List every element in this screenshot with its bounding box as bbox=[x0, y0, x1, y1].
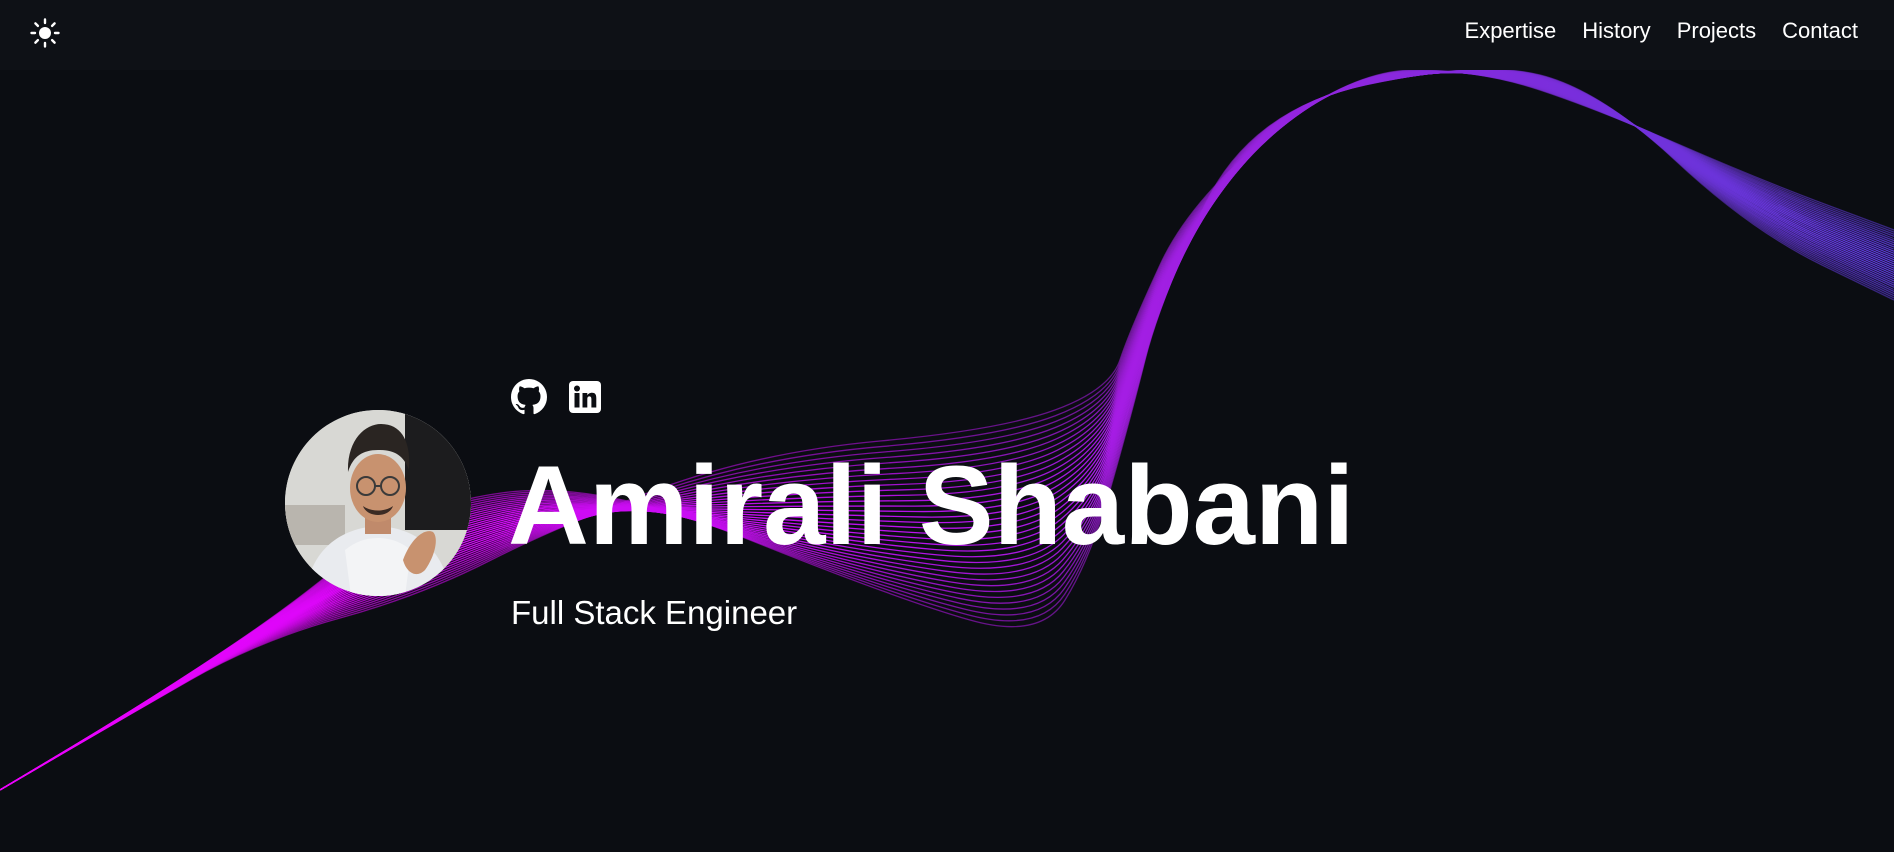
wave-line bbox=[0, 69, 1894, 791]
wave-line bbox=[0, 70, 1894, 791]
hero-role: Full Stack Engineer bbox=[511, 594, 798, 631]
wave-line bbox=[0, 71, 1894, 791]
nav-link-contact[interactable]: Contact bbox=[1782, 18, 1858, 44]
github-icon bbox=[511, 379, 547, 415]
wave-line bbox=[0, 71, 1894, 791]
linkedin-icon bbox=[569, 381, 601, 413]
hero-name: Amirali Shabani bbox=[508, 443, 1355, 568]
wave-line bbox=[0, 71, 1894, 791]
wave-line bbox=[0, 70, 1894, 791]
wave-line bbox=[0, 71, 1894, 791]
profile-photo bbox=[285, 410, 471, 596]
nav-link-expertise[interactable]: Expertise bbox=[1465, 18, 1557, 44]
wave-line bbox=[0, 71, 1894, 791]
wave-line bbox=[0, 71, 1894, 791]
profile-avatar bbox=[285, 410, 471, 596]
sun-icon bbox=[30, 18, 60, 48]
wave-line bbox=[0, 71, 1894, 791]
wave-line bbox=[0, 71, 1894, 791]
page: Expertise History Projects Contact Amira… bbox=[0, 0, 1894, 852]
wave-line bbox=[0, 69, 1894, 791]
wave-line bbox=[0, 70, 1894, 791]
wave-line bbox=[0, 70, 1894, 791]
wave-line bbox=[0, 71, 1894, 791]
wave-line bbox=[0, 70, 1894, 791]
wave-line bbox=[0, 70, 1894, 791]
theme-toggle-button[interactable] bbox=[26, 14, 64, 52]
background-wave-graphic bbox=[0, 68, 1894, 791]
wave-line bbox=[0, 69, 1894, 791]
wave-line bbox=[0, 71, 1894, 791]
wave-line bbox=[0, 69, 1894, 791]
wave-line bbox=[0, 71, 1894, 791]
wave-line bbox=[0, 69, 1894, 791]
wave-line bbox=[0, 71, 1894, 791]
nav-link-projects[interactable]: Projects bbox=[1677, 18, 1756, 44]
github-link[interactable] bbox=[510, 378, 548, 416]
social-links bbox=[510, 378, 604, 416]
wave-line bbox=[0, 70, 1894, 791]
wave-line bbox=[0, 71, 1894, 791]
wave-line bbox=[0, 70, 1894, 791]
wave-line bbox=[0, 71, 1894, 791]
wave-line bbox=[0, 69, 1894, 791]
wave-line bbox=[0, 71, 1894, 791]
wave-line bbox=[0, 69, 1894, 791]
wave-line bbox=[0, 68, 1894, 791]
wave-line bbox=[0, 71, 1894, 791]
nav-link-history[interactable]: History bbox=[1582, 18, 1650, 44]
linkedin-link[interactable] bbox=[566, 378, 604, 416]
wave-line bbox=[0, 70, 1894, 791]
wave-line bbox=[0, 71, 1894, 791]
top-navbar: Expertise History Projects Contact bbox=[0, 0, 1894, 70]
main-nav: Expertise History Projects Contact bbox=[1465, 0, 1858, 62]
